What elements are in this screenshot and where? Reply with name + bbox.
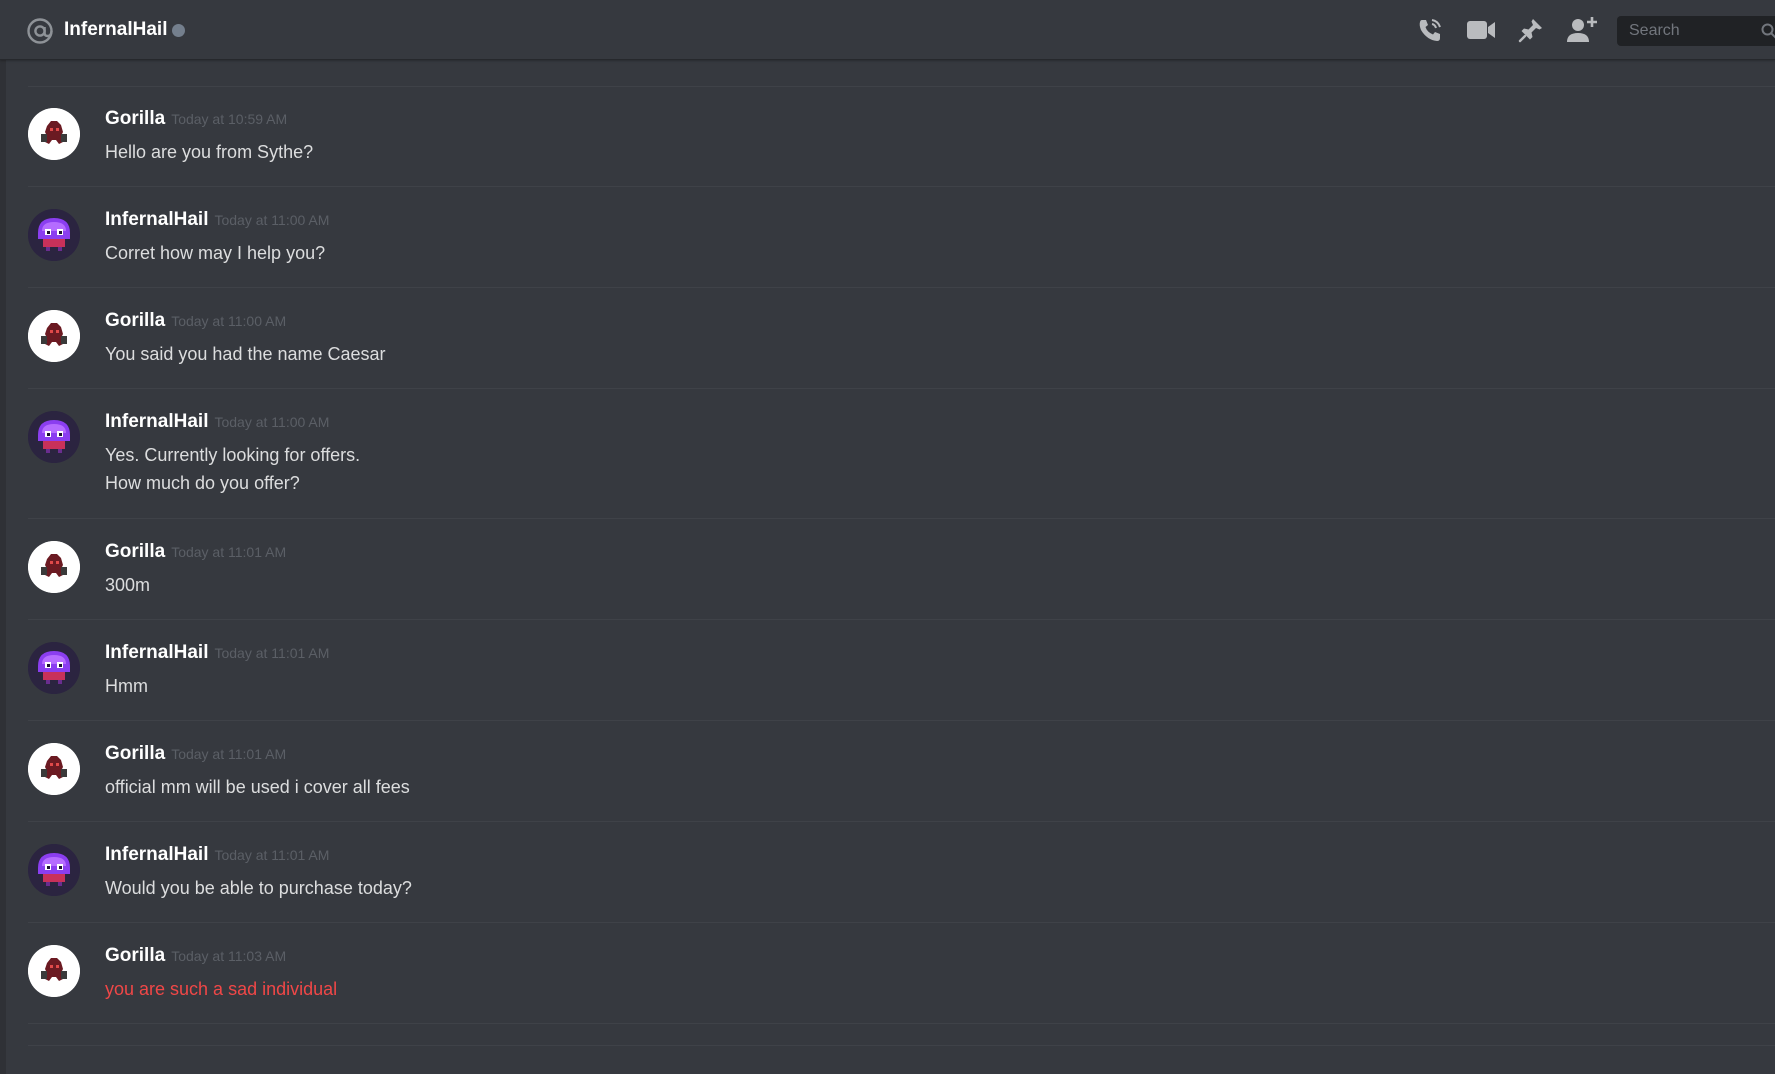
avatar[interactable]: [28, 743, 80, 795]
message: InfernalHail Today at 11:01 AM Would you …: [28, 822, 1775, 923]
message-content: You said you had the name Caesar: [105, 340, 386, 368]
message: Gorilla Today at 11:01 AM official mm wil…: [28, 721, 1775, 822]
message-line: official mm will be used i cover all fee…: [105, 777, 410, 797]
message-header: Gorilla Today at 11:00 AM: [105, 310, 286, 332]
username[interactable]: Gorilla: [105, 945, 165, 966]
start-video-call-button[interactable]: [1465, 14, 1497, 46]
username[interactable]: Gorilla: [105, 108, 165, 129]
message-header: InfernalHail Today at 11:01 AM: [105, 844, 329, 866]
timestamp: Today at 11:01 AM: [171, 544, 287, 560]
message-content: official mm will be used i cover all fee…: [105, 773, 410, 801]
video-icon: [1466, 18, 1496, 42]
avatar[interactable]: [28, 844, 80, 896]
avatar[interactable]: [28, 945, 80, 997]
message-line: you are such a sad individual: [105, 979, 338, 999]
add-friends-to-dm-button[interactable]: [1566, 14, 1598, 46]
message: InfernalHail Today at 11:01 AM Hmm: [28, 620, 1775, 721]
username[interactable]: Gorilla: [105, 310, 165, 331]
message-line: You said you had the name Caesar: [105, 344, 386, 364]
channel-header: InfernalHail: [0, 0, 1775, 60]
message: Gorilla Today at 11:00 AM You said you ha…: [28, 288, 1775, 389]
timestamp: Today at 11:01 AM: [171, 746, 287, 762]
message-header: InfernalHail Today at 11:00 AM: [105, 209, 329, 231]
search-box[interactable]: [1617, 16, 1775, 46]
message-line: How much do you offer?: [105, 473, 300, 493]
avatar[interactable]: [28, 411, 80, 463]
message-line: Hello are you from Sythe?: [105, 142, 314, 162]
at-icon: [26, 17, 54, 45]
message-list: Gorilla Today at 10:59 AM Hello are you f…: [28, 86, 1775, 1024]
left-edge: [0, 0, 6, 1074]
message: Gorilla Today at 10:59 AM Hello are you f…: [28, 86, 1775, 187]
message-content: 300m: [105, 571, 150, 599]
username[interactable]: InfernalHail: [105, 844, 208, 865]
username[interactable]: Gorilla: [105, 541, 165, 562]
avatar[interactable]: [28, 642, 80, 694]
message-content: Yes. Currently looking for offers. How m…: [105, 441, 360, 497]
message-line: Yes. Currently looking for offers.: [105, 445, 361, 465]
message-line: Corret how may I help you?: [105, 243, 326, 263]
divider: [28, 1045, 1775, 1046]
username[interactable]: InfernalHail: [105, 411, 208, 432]
message-header: InfernalHail Today at 11:00 AM: [105, 411, 329, 433]
message: InfernalHail Today at 11:00 AM Corret how…: [28, 187, 1775, 288]
search-input[interactable]: [1627, 21, 1771, 41]
add-user-icon: [1566, 15, 1598, 45]
timestamp: Today at 11:00 AM: [214, 212, 330, 228]
message-content: you are such a sad individual: [105, 975, 337, 1003]
message-line: 300m: [105, 575, 151, 595]
message-content: Corret how may I help you?: [105, 239, 325, 267]
timestamp: Today at 10:59 AM: [171, 111, 288, 127]
search-icon: [1761, 23, 1775, 44]
timestamp: Today at 11:00 AM: [171, 313, 287, 329]
message-header: InfernalHail Today at 11:01 AM: [105, 642, 329, 664]
message: Gorilla Today at 11:03 AM you are such a …: [28, 923, 1775, 1024]
message-content: Would you be able to purchase today?: [105, 874, 412, 902]
avatar[interactable]: [28, 209, 80, 261]
message-header: Gorilla Today at 11:01 AM: [105, 743, 286, 765]
channel-title: InfernalHail: [64, 19, 168, 40]
pinned-messages-button[interactable]: [1515, 14, 1547, 46]
timestamp: Today at 11:01 AM: [214, 645, 330, 661]
avatar[interactable]: [28, 108, 80, 160]
message-line: Would you be able to purchase today?: [105, 878, 412, 898]
call-icon: [1416, 16, 1444, 44]
timestamp: Today at 11:00 AM: [214, 414, 330, 430]
username[interactable]: InfernalHail: [105, 642, 208, 663]
dm-window: InfernalHail Search Gorilla Today at 10:…: [0, 0, 1775, 1074]
message-header: Gorilla Today at 11:01 AM: [105, 541, 286, 563]
timestamp: Today at 11:03 AM: [171, 948, 287, 964]
avatar[interactable]: [28, 541, 80, 593]
pin-icon: [1517, 16, 1545, 44]
username[interactable]: InfernalHail: [105, 209, 208, 230]
message-line: Hmm: [105, 676, 148, 696]
message-header: Gorilla Today at 10:59 AM: [105, 108, 287, 130]
start-voice-call-button[interactable]: [1414, 14, 1446, 46]
message: InfernalHail Today at 11:00 AM Yes. Curre…: [28, 389, 1775, 519]
timestamp: Today at 11:01 AM: [214, 847, 330, 863]
message-content: Hello are you from Sythe?: [105, 138, 313, 166]
offline-status-indicator: [172, 24, 185, 37]
message-content: Hmm: [105, 672, 148, 700]
username[interactable]: Gorilla: [105, 743, 165, 764]
message: Gorilla Today at 11:01 AM 300m: [28, 519, 1775, 620]
message-header: Gorilla Today at 11:03 AM: [105, 945, 286, 967]
avatar[interactable]: [28, 310, 80, 362]
